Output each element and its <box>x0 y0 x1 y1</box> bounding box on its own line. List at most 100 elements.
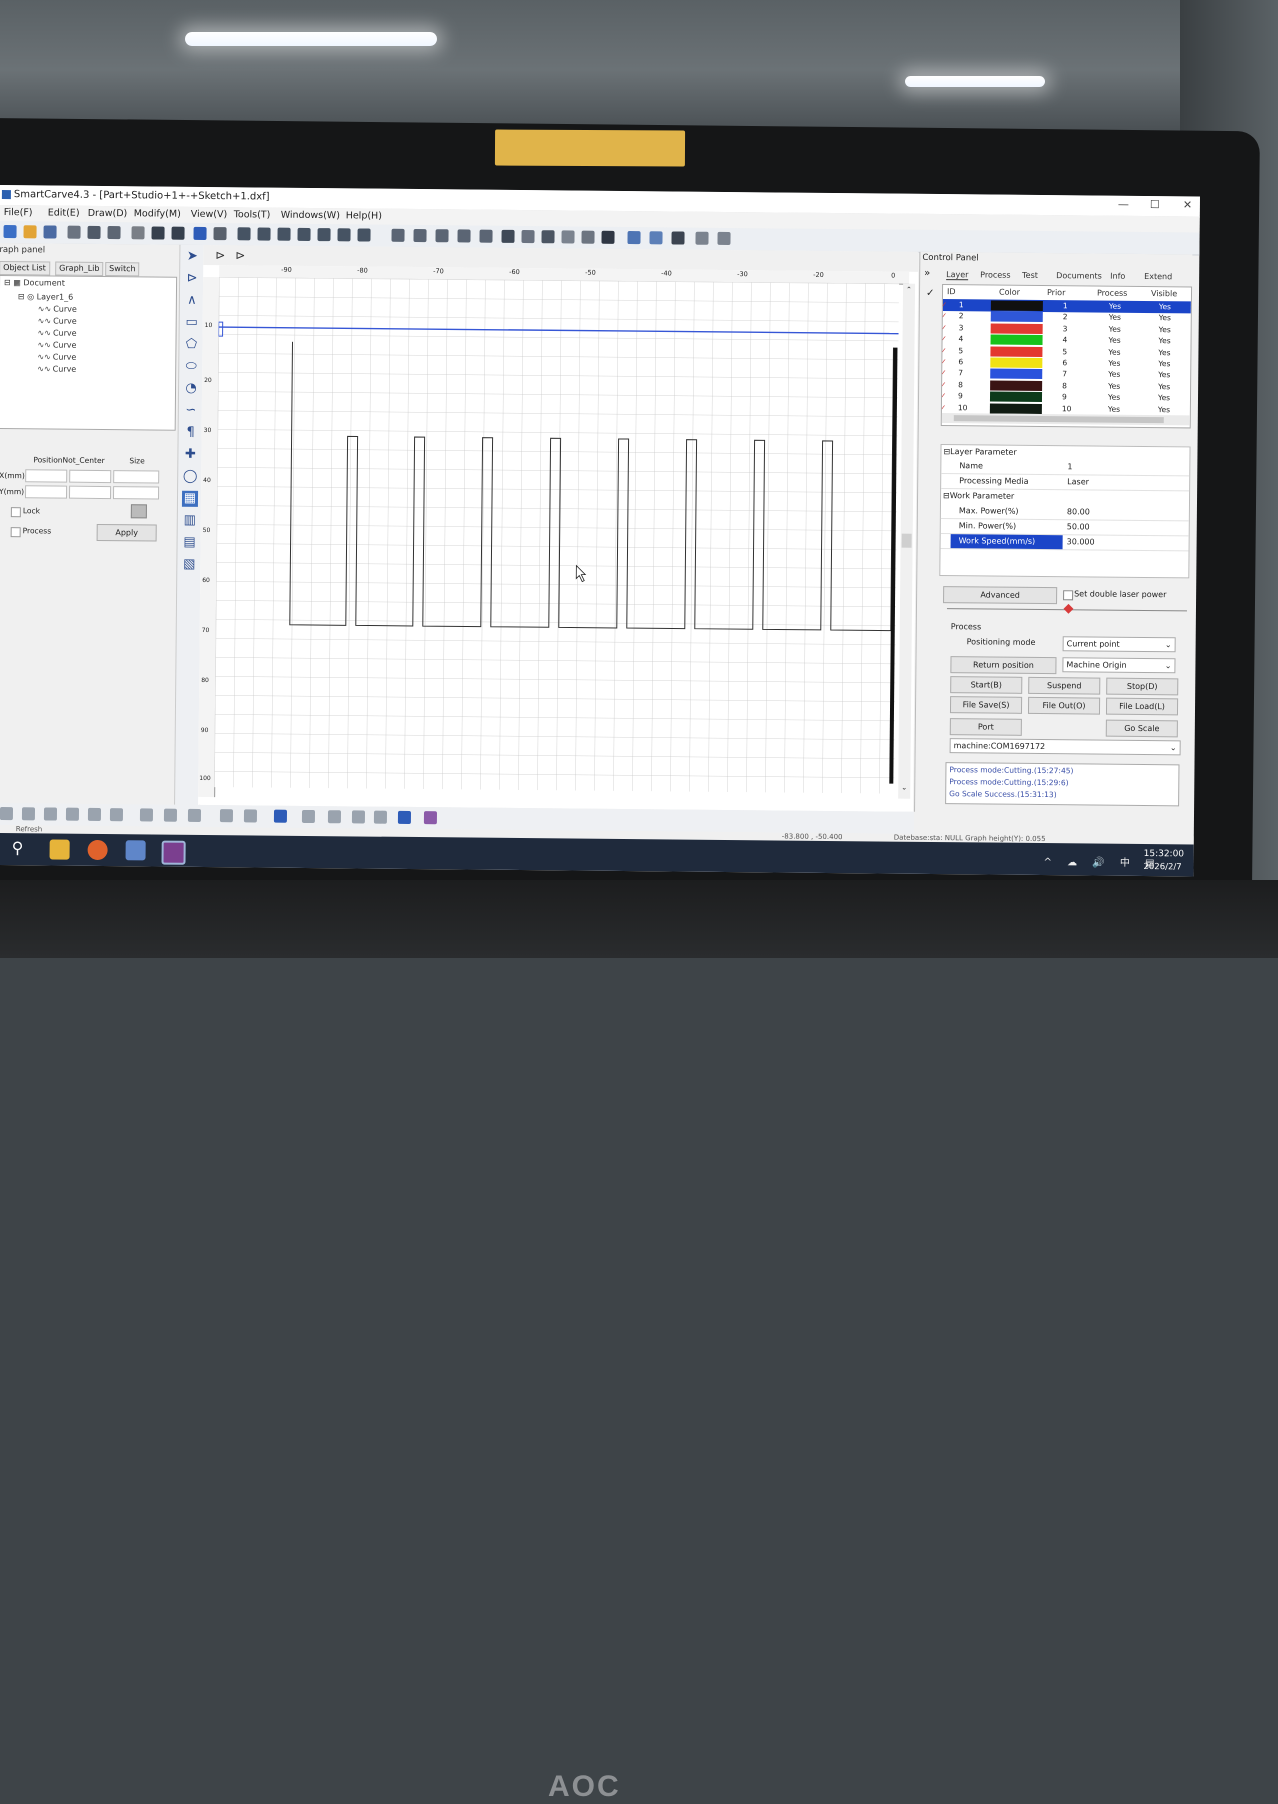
split-icon[interactable] <box>435 229 449 243</box>
start-button[interactable]: Start(B) <box>950 676 1023 694</box>
menu-tools[interactable]: Tools(T) <box>234 209 271 220</box>
tab-switch[interactable]: Switch <box>105 262 140 277</box>
node-select-icon[interactable]: ⊳ <box>184 271 200 287</box>
layer-process[interactable]: Yes <box>1108 370 1120 379</box>
join-icon[interactable] <box>541 230 555 244</box>
node-edit-icon[interactable] <box>391 228 405 242</box>
fill-icon[interactable] <box>501 229 515 243</box>
distribute-icon[interactable] <box>87 807 102 821</box>
go-scale-button[interactable]: Go Scale <box>1105 719 1178 738</box>
lock-checkbox[interactable] <box>10 507 21 518</box>
laser-slider-handle[interactable] <box>1063 603 1074 614</box>
double-laser-checkbox[interactable] <box>1063 590 1074 601</box>
menu-modify[interactable]: Modify(M) <box>134 208 181 219</box>
output-icon[interactable] <box>671 231 685 245</box>
layer-visible[interactable]: Yes <box>1158 359 1170 368</box>
lock-ratio-icon[interactable] <box>130 504 147 519</box>
layer-check-icon[interactable]: ✓ <box>941 380 947 389</box>
tree-curve[interactable]: ∿∿ Curve <box>37 364 76 373</box>
layer-check-icon[interactable]: ✓ <box>941 323 947 332</box>
zoom-fit-icon[interactable] <box>297 227 311 241</box>
tab-process[interactable]: Process <box>980 270 1010 279</box>
scroll-thumb[interactable] <box>953 415 1164 424</box>
zoom-in-icon[interactable] <box>237 227 251 241</box>
layer-visible[interactable]: Yes <box>1158 382 1170 391</box>
layer-process[interactable]: Yes <box>1109 336 1121 345</box>
layer-color-swatch[interactable] <box>989 403 1042 414</box>
open-folder-icon[interactable] <box>23 225 37 239</box>
layer-visible[interactable]: Yes <box>1158 371 1170 380</box>
move-up-icon[interactable] <box>351 810 366 824</box>
measure-icon[interactable]: ▤ <box>181 535 197 551</box>
layer-check-icon[interactable]: ✓ <box>941 357 947 366</box>
polygon-icon[interactable]: ⬠ <box>183 337 199 353</box>
layer-color-swatch[interactable] <box>990 380 1043 391</box>
maximize-button[interactable]: ☐ <box>1150 198 1160 211</box>
close-button[interactable]: ✕ <box>1183 198 1192 211</box>
layer-visible[interactable]: Yes <box>1159 314 1171 323</box>
layer-check-icon[interactable]: ✓ <box>941 403 947 412</box>
zoom-page-icon[interactable] <box>317 228 331 242</box>
scroll-thumb[interactable] <box>901 533 912 548</box>
tree-curve[interactable]: ∿∿ Curve <box>38 328 77 337</box>
select-arrow-icon[interactable]: ➤ <box>184 249 200 265</box>
h-space-icon[interactable] <box>219 809 234 823</box>
clock-date[interactable]: 2026/2/7 <box>1143 862 1181 872</box>
node-pointer-icon[interactable]: ⊳ <box>235 248 245 262</box>
advanced-button[interactable]: Advanced <box>943 586 1058 605</box>
circle-icon[interactable]: ◯ <box>182 469 198 485</box>
clock-time[interactable]: 15:32:00 <box>1144 849 1185 859</box>
v-space-icon[interactable] <box>243 809 258 823</box>
stop-button[interactable]: Stop(D) <box>1106 677 1179 696</box>
align-left-icon[interactable] <box>695 231 709 245</box>
menu-help[interactable]: Help(H) <box>346 210 382 221</box>
center-icon[interactable] <box>187 808 202 822</box>
layer-check-icon[interactable]: ✓ <box>941 334 947 343</box>
tree-document[interactable]: ⊟ ▦ Document <box>4 278 65 288</box>
layer-process[interactable]: Yes <box>1109 313 1121 322</box>
tab-test[interactable]: Test <box>1022 271 1038 280</box>
align-right-icon[interactable] <box>65 807 80 821</box>
rotate-icon[interactable] <box>561 230 575 244</box>
rectangle-icon[interactable]: ▭ <box>184 315 200 331</box>
zoom-window-icon[interactable] <box>277 227 291 241</box>
layer-visible[interactable]: Yes <box>1159 302 1171 311</box>
settings-icon[interactable] <box>627 231 641 245</box>
layer-check-icon[interactable]: ✓ <box>941 346 947 355</box>
same-width-icon[interactable] <box>109 808 124 822</box>
y-size-field[interactable] <box>112 486 160 500</box>
drawing-canvas[interactable] <box>214 277 900 794</box>
file-save-button[interactable]: File Save(S) <box>949 696 1023 714</box>
text-icon[interactable]: ¶ <box>183 425 199 441</box>
tree-curve[interactable]: ∿∿ Curve <box>38 316 77 325</box>
zoom-previous-icon[interactable] <box>357 228 371 242</box>
tab-layer[interactable]: Layer <box>946 270 969 281</box>
mirror-icon[interactable] <box>581 230 595 244</box>
cut-icon[interactable] <box>67 225 81 239</box>
align-center-icon[interactable] <box>717 231 731 246</box>
layer-process[interactable]: Yes <box>1109 324 1121 333</box>
smartcarve-task-icon[interactable] <box>161 840 186 865</box>
refresh-label[interactable]: Refresh <box>16 825 43 833</box>
save-icon[interactable] <box>43 225 57 239</box>
tab-graph-lib[interactable]: Graph_Lib <box>55 261 104 276</box>
v-center-icon[interactable] <box>397 810 412 824</box>
menu-windows[interactable]: Windows(W) <box>281 210 340 222</box>
expand-icon[interactable]: » <box>924 268 930 279</box>
offset-icon[interactable] <box>521 230 535 244</box>
return-position-select[interactable]: Machine Origin ⌄ <box>1062 657 1176 674</box>
layer-check-icon[interactable]: ✓ <box>941 368 947 377</box>
return-position-button[interactable]: Return position <box>950 656 1057 675</box>
layers-icon[interactable]: ▧ <box>181 557 197 573</box>
x-center-field[interactable] <box>69 469 112 484</box>
ellipse-icon[interactable]: ⬭ <box>183 359 199 375</box>
layer-visible[interactable]: Yes <box>1158 405 1170 414</box>
copy-icon[interactable] <box>87 225 101 239</box>
y-position-field[interactable] <box>24 485 68 499</box>
layer-process[interactable]: Yes <box>1109 302 1121 311</box>
layer-process[interactable]: Yes <box>1108 381 1120 390</box>
process-checkbox[interactable] <box>10 527 21 538</box>
same-height-icon[interactable] <box>139 808 154 822</box>
processing-media-row[interactable]: Processing Media Laser <box>941 474 1190 492</box>
tree-curve[interactable]: ∿∿ Curve <box>37 352 76 361</box>
